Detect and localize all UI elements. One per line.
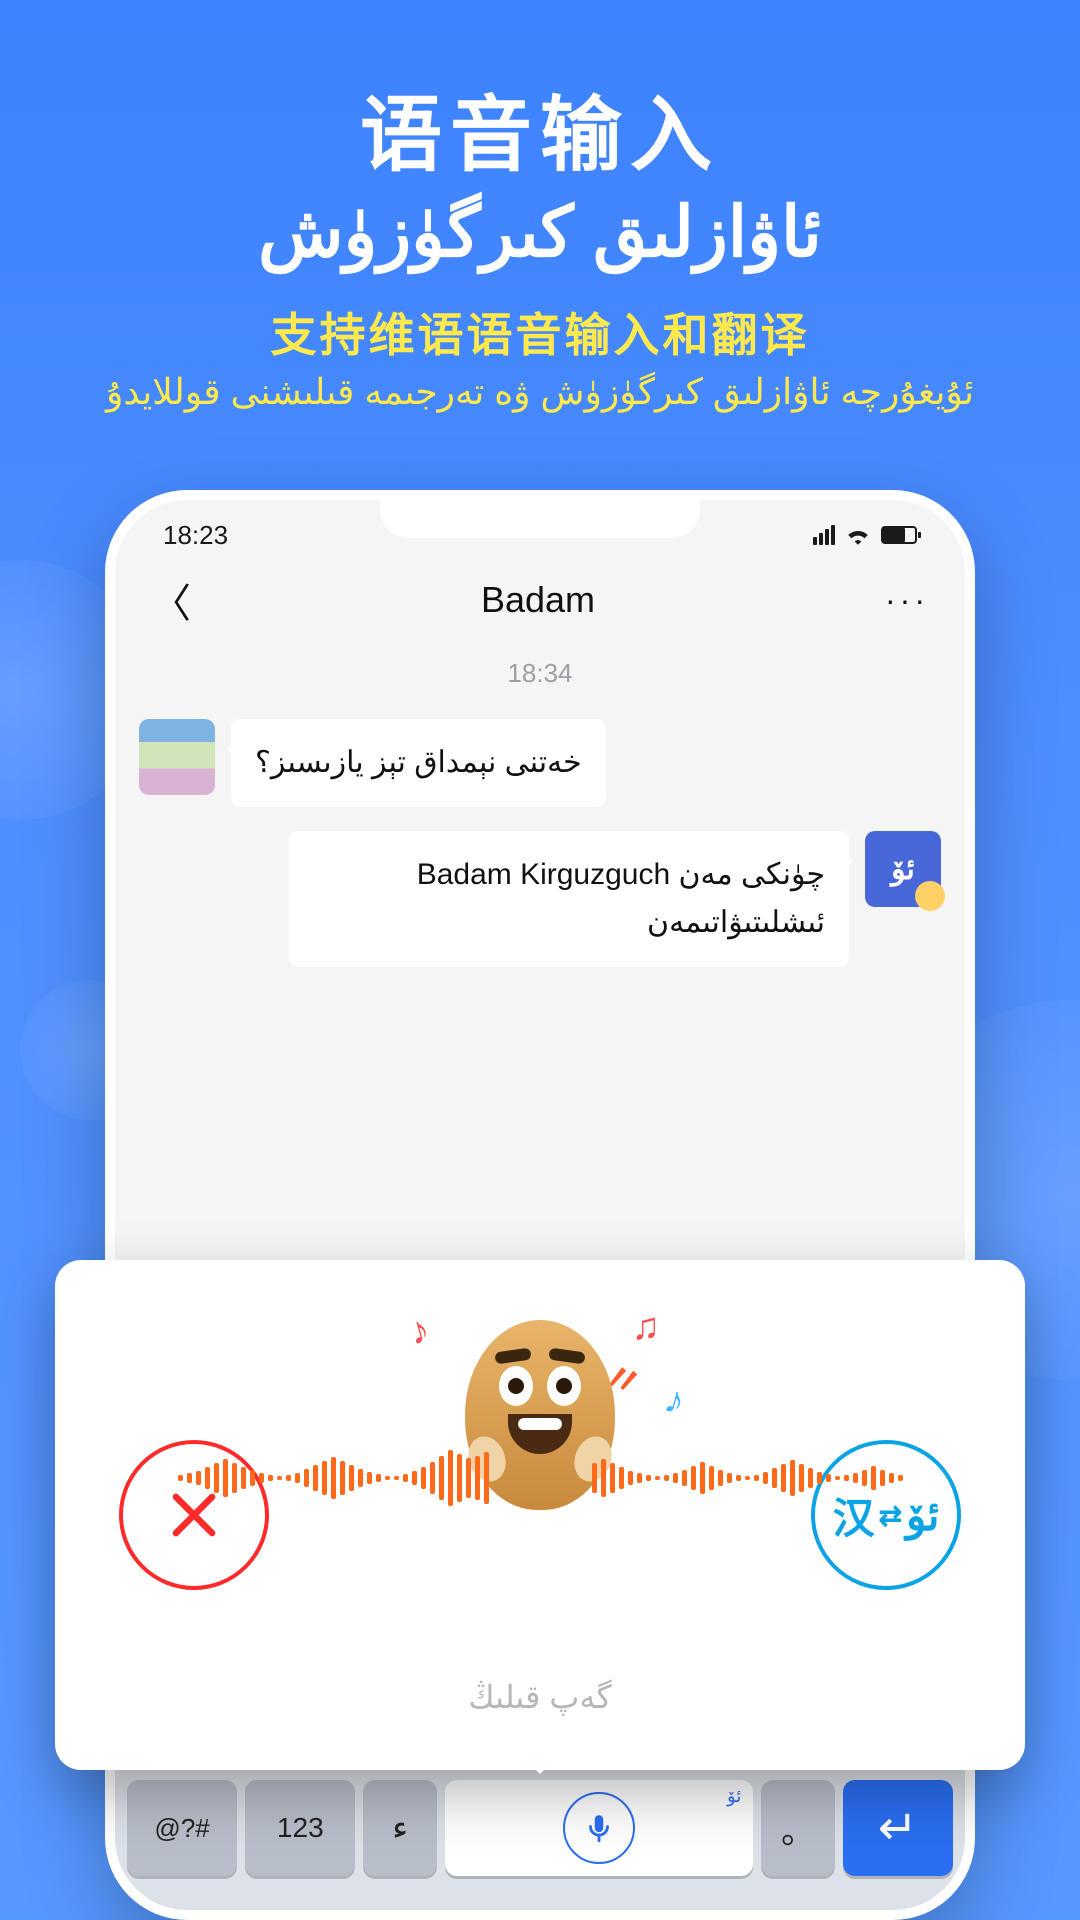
hero-subtitle-ug: ئۇيغۇرچە ئاۋازلىق كىرگۈزۈش ۋە تەرجىمە قى…	[0, 371, 1080, 413]
music-note-icon: ♫	[632, 1306, 661, 1349]
notch	[380, 500, 700, 538]
music-note-icon: ♪	[660, 1378, 689, 1424]
chat-timestamp: 18:34	[139, 658, 941, 689]
signal-icon	[813, 525, 835, 545]
comma-key[interactable]: ء	[363, 1780, 436, 1876]
space-key-label: ئۆ	[727, 1786, 741, 1807]
chat-area[interactable]: 18:34 خەتنى نېمداق تېز يازىسىز؟ چۈنكى مە…	[115, 640, 965, 1322]
music-note-icon: ♪	[405, 1308, 434, 1354]
period-key[interactable]: 。	[761, 1780, 834, 1876]
enter-key[interactable]: ↵	[843, 1780, 953, 1876]
message-incoming: خەتنى نېمداق تېز يازىسىز؟	[139, 719, 941, 807]
status-time: 18:23	[163, 520, 228, 551]
battery-icon	[881, 526, 917, 544]
keyboard-row: @?# 123 ء ئۆ 。 ↵	[127, 1780, 953, 1876]
message-bubble[interactable]: چۈنكى مەن Badam Kirguzguch ئىشلىتىۋاتىمە…	[289, 831, 849, 967]
space-voice-key[interactable]: ئۆ	[445, 1780, 754, 1876]
hero-title-cn: 语音输入	[0, 68, 1080, 187]
symbols-key[interactable]: @?#	[127, 1780, 237, 1876]
avatar[interactable]	[865, 831, 941, 907]
back-button[interactable]: 〈	[151, 571, 191, 629]
numbers-key[interactable]: 123	[245, 1780, 355, 1876]
hero-title-ug: ئاۋازلىق كىرگۈزۈش	[0, 191, 1080, 273]
more-button[interactable]: ···	[885, 582, 929, 619]
chat-title: Badam	[481, 579, 595, 621]
wifi-icon	[845, 525, 871, 545]
hero-subtitle-cn: 支持维语语音输入和翻译	[0, 299, 1080, 365]
avatar[interactable]	[139, 719, 215, 795]
voice-input-panel: ♪ ♫ ♪ 〃 گەپ قىلىڭ 汉 ⇄ ئۆ	[55, 1260, 1025, 1770]
hero: 语音输入 ئاۋازلىق كىرگۈزۈش 支持维语语音输入和翻译 ئۇيغۇ…	[0, 0, 1080, 413]
voice-caption: گەپ قىلىڭ	[468, 1678, 612, 1716]
message-outgoing: چۈنكى مەن Badam Kirguzguch ئىشلىتىۋاتىمە…	[139, 831, 941, 967]
voice-waveform	[120, 1450, 960, 1506]
chat-nav: 〈 Badam ···	[115, 560, 965, 640]
message-bubble[interactable]: خەتنى نېمداق تېز يازىسىز؟	[231, 719, 606, 807]
